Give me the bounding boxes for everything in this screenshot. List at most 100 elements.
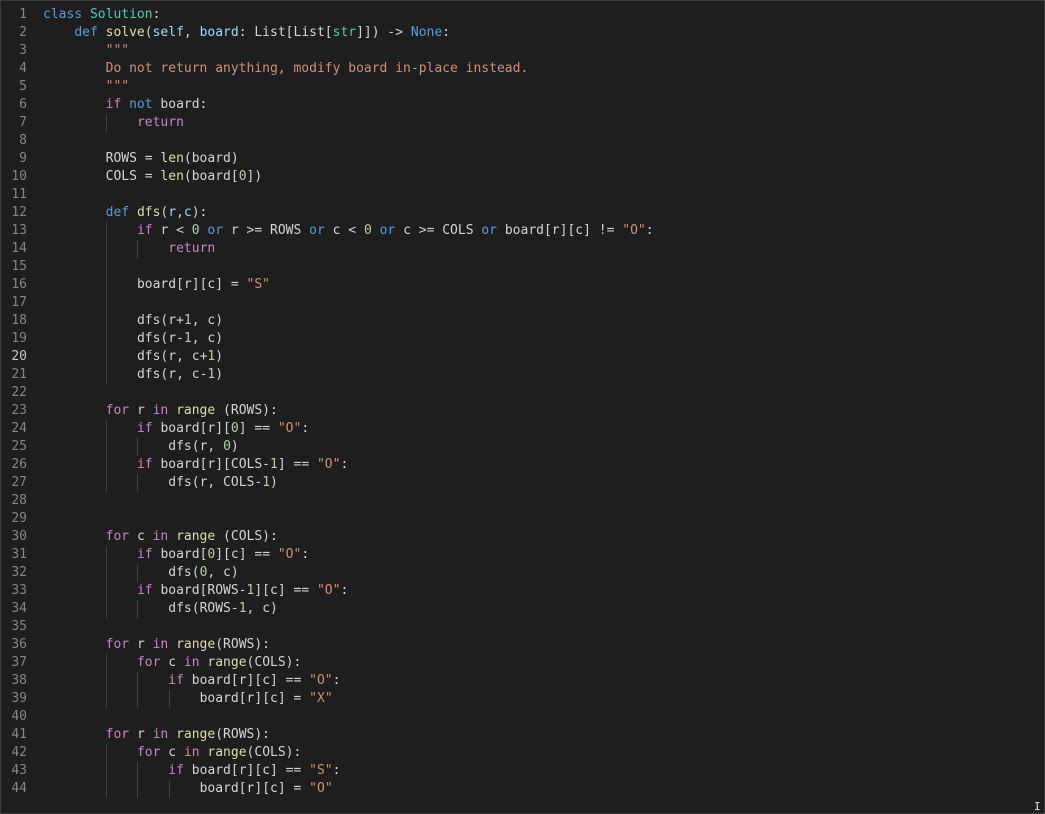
code-token: :: [332, 763, 341, 778]
code-line[interactable]: 26 if board[r][COLS-1] == "O":: [1, 456, 1044, 474]
code-token: if: [136, 457, 161, 472]
code-line[interactable]: 23 for r in range (ROWS):: [1, 402, 1044, 420]
code-lines[interactable]: 1 class Solution: 2 def solve(self, board: …: [1, 6, 1044, 798]
code-token: ][c] ==: [215, 547, 278, 562]
line-number: 14: [11, 241, 27, 256]
code-text: for c in range (COLS):: [106, 528, 278, 546]
code-token: dfs(r, c+: [136, 349, 208, 364]
indent-guide: [137, 600, 139, 618]
code-line[interactable]: 11: [1, 186, 1044, 204]
line-number: 34: [11, 601, 27, 616]
code-token: len: [160, 151, 184, 166]
code-line[interactable]: 19 dfs(r-1, c): [1, 330, 1044, 348]
code-line[interactable]: 18 dfs(r+1, c): [1, 312, 1044, 330]
code-line[interactable]: 21 dfs(r, c-1): [1, 366, 1044, 384]
code-text: ROWS = len(board): [106, 150, 239, 168]
code-line[interactable]: 1 class Solution:: [1, 6, 1044, 24]
code-line[interactable]: 35: [1, 618, 1044, 636]
indent-guide: [137, 438, 139, 456]
code-token: for: [105, 403, 137, 418]
code-text: """: [106, 78, 129, 96]
code-line[interactable]: 37 for c in range(COLS):: [1, 654, 1044, 672]
code-token: dfs(r,: [168, 439, 224, 454]
indent-guide: [137, 780, 139, 798]
code-line[interactable]: 4 Do not return anything, modify board in…: [1, 60, 1044, 78]
code-token: 0: [363, 223, 372, 238]
code-line[interactable]: 28: [1, 492, 1044, 510]
code-line[interactable]: 14 return: [1, 240, 1044, 258]
code-line[interactable]: 9 ROWS = len(board): [1, 150, 1044, 168]
line-number: 15: [11, 259, 27, 274]
code-line[interactable]: 31 if board[0][c] == "O":: [1, 546, 1044, 564]
code-token: self: [152, 25, 184, 40]
code-text: board[r][c] = "X": [200, 690, 333, 708]
code-line[interactable]: 7 return: [1, 114, 1044, 132]
code-line[interactable]: 34 dfs(ROWS-1, c): [1, 600, 1044, 618]
code-line[interactable]: 32 dfs(0, c): [1, 564, 1044, 582]
code-token: r: [136, 403, 153, 418]
line-number: 21: [11, 367, 27, 382]
code-token: (board): [183, 151, 239, 166]
indent-guide: [106, 438, 108, 456]
code-line[interactable]: 36 for r in range(ROWS):: [1, 636, 1044, 654]
code-token: range: [207, 745, 247, 760]
code-line[interactable]: 13 if r < 0 or r >= ROWS or c < 0 or c >=…: [1, 222, 1044, 240]
code-line[interactable]: 42 for c in range(COLS):: [1, 744, 1044, 762]
code-line[interactable]: 12 def dfs(r,c):: [1, 204, 1044, 222]
code-line[interactable]: 43 if board[r][c] == "S":: [1, 762, 1044, 780]
code-editor[interactable]: 1 class Solution: 2 def solve(self, board: …: [0, 0, 1045, 814]
code-line[interactable]: 33 if board[ROWS-1][c] == "O":: [1, 582, 1044, 600]
line-number: 19: [11, 331, 27, 346]
code-line[interactable]: 3 """: [1, 42, 1044, 60]
code-line[interactable]: 44 board[r][c] = "O": [1, 780, 1044, 798]
code-token: dfs(r, COLS-: [168, 475, 263, 490]
code-token: (ROWS):: [215, 403, 278, 418]
code-token: r: [136, 727, 153, 742]
line-number: 10: [11, 169, 27, 184]
code-line[interactable]: 39 board[r][c] = "X": [1, 690, 1044, 708]
line-number: 18: [11, 313, 27, 328]
code-line[interactable]: 40: [1, 708, 1044, 726]
code-line[interactable]: 10 COLS = len(board[0]): [1, 168, 1044, 186]
code-line[interactable]: 15: [1, 258, 1044, 276]
code-line[interactable]: 5 """: [1, 78, 1044, 96]
code-line[interactable]: 16 board[r][c] = "S": [1, 276, 1044, 294]
indent-guide: [137, 474, 139, 492]
code-token: in: [152, 529, 177, 544]
code-token: , c): [207, 565, 239, 580]
code-token: c: [168, 655, 184, 670]
code-token: dfs(ROWS-: [168, 601, 239, 616]
code-token: 1: [183, 331, 192, 346]
code-token: board[: [160, 547, 208, 562]
code-token: for: [136, 655, 169, 670]
code-line[interactable]: 20 dfs(r, c+1): [1, 348, 1044, 366]
code-line[interactable]: 6 if not board:: [1, 96, 1044, 114]
code-token: board[r][: [160, 421, 231, 436]
code-line[interactable]: 24 if board[r][0] == "O":: [1, 420, 1044, 438]
code-token: "O": [622, 223, 646, 238]
code-line[interactable]: 17: [1, 294, 1044, 312]
code-token: range: [176, 529, 216, 544]
code-line[interactable]: 30 for c in range (COLS):: [1, 528, 1044, 546]
code-token: def: [74, 25, 106, 40]
code-line[interactable]: 41 for r in range(ROWS):: [1, 726, 1044, 744]
indent-guide: [106, 420, 108, 438]
code-token: if: [136, 547, 161, 562]
code-line[interactable]: 2 def solve(self, board: List[List[str]])…: [1, 24, 1044, 42]
code-token: in: [152, 637, 177, 652]
code-text: dfs(ROWS-1, c): [168, 600, 278, 618]
code-line[interactable]: 27 dfs(r, COLS-1): [1, 474, 1044, 492]
code-token: "S": [246, 277, 271, 292]
code-text: def dfs(r,c):: [106, 204, 208, 222]
code-line[interactable]: 8: [1, 132, 1044, 150]
code-line[interactable]: 29: [1, 510, 1044, 528]
code-text: class Solution:: [43, 6, 160, 24]
code-token: (board[: [183, 169, 239, 184]
line-number: 9: [19, 151, 27, 166]
indent-guide: [106, 312, 108, 330]
code-line[interactable]: 38 if board[r][c] == "O":: [1, 672, 1044, 690]
line-number: 41: [11, 727, 27, 742]
code-line[interactable]: 25 dfs(r, 0): [1, 438, 1044, 456]
code-text: board[r][c] = "O": [200, 780, 333, 798]
code-line[interactable]: 22: [1, 384, 1044, 402]
